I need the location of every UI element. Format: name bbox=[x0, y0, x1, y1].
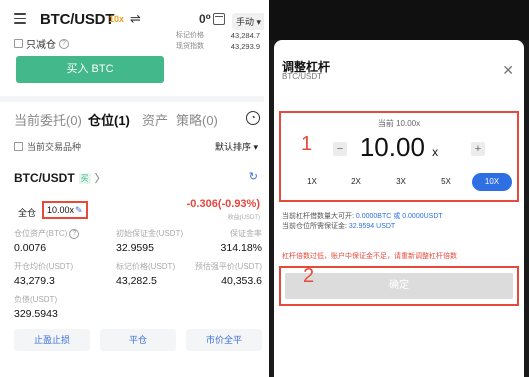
close-position-button[interactable]: 平仓 bbox=[100, 329, 176, 351]
leverage-info: 当前杠杆借数量大可开: 0.0000BTC 或 0.0000USDT 当前仓位所… bbox=[282, 212, 516, 232]
position-pair-label: BTC/USDT bbox=[14, 171, 75, 185]
sort-dropdown[interactable]: 默认排序 ▾ bbox=[215, 140, 258, 153]
swap-icon[interactable]: ⇌ bbox=[130, 11, 141, 27]
confirm-highlight: 确定 2 bbox=[279, 265, 519, 306]
position-cell: 仓位资产(BTC)? 0.0076 bbox=[14, 228, 80, 254]
tab-strategies[interactable]: 策略(0) bbox=[176, 110, 218, 129]
info-label: 当前仓位所需保证金: bbox=[282, 223, 349, 230]
increase-button[interactable]: + bbox=[471, 142, 485, 156]
preset-1x[interactable]: 1X bbox=[292, 173, 332, 191]
edit-icon[interactable]: ✎ bbox=[75, 205, 83, 215]
cell-label: 预估强平价(USDT) bbox=[194, 262, 262, 271]
price-row: 标记价格 43,284.7 bbox=[176, 30, 260, 41]
cell-label: 负债(USDT) bbox=[14, 295, 58, 304]
preset-2x[interactable]: 2X bbox=[336, 173, 376, 191]
checkbox-icon[interactable] bbox=[14, 39, 23, 48]
header: BTC/USDT 10x ⇌ 0⁰ 手动 ▾ bbox=[14, 10, 264, 30]
cell-value: 32.9595 bbox=[116, 242, 154, 254]
share-icon[interactable]: ↻ bbox=[249, 170, 258, 183]
cell-label: 开仓均价(USDT) bbox=[14, 262, 74, 271]
tab-positions[interactable]: 仓位(1) bbox=[88, 110, 130, 129]
info-label: 当前杠杆借数量大可开: bbox=[282, 213, 356, 220]
current-leverage-label: 当前 10.00x bbox=[377, 119, 421, 128]
position-row: 开仓均价(USDT) 43,279.3 标记价格(USDT) 43,282.5 … bbox=[14, 261, 262, 289]
calculator-icon[interactable] bbox=[213, 13, 225, 25]
cell-value: 40,353.6 bbox=[221, 275, 262, 287]
settings-icon[interactable]: ◔ bbox=[246, 111, 260, 125]
help-icon[interactable]: ? bbox=[59, 38, 69, 49]
dimmed-backdrop[interactable] bbox=[269, 0, 529, 40]
buy-btc-button[interactable]: 买入 BTC bbox=[16, 56, 164, 83]
cell-label: 初始保证金(USDT) bbox=[116, 229, 184, 238]
annotation-number: 2 bbox=[303, 265, 315, 287]
reduce-only-label: 只减仓 bbox=[26, 40, 56, 51]
mode-dropdown[interactable]: 手动 ▾ bbox=[232, 13, 264, 30]
trading-panel: BTC/USDT 10x ⇌ 0⁰ 手动 ▾ 只减仓 ? 标记价格 43,284… bbox=[0, 0, 264, 377]
cell-value: 43,279.3 bbox=[14, 275, 55, 287]
price-row: 现货指数 43,293.9 bbox=[176, 41, 260, 52]
warning-message: 杠杆倍数过低，账户中保证金不足，请重新调整杠杆倍数 bbox=[282, 253, 457, 260]
tab-open-orders[interactable]: 当前委托(0) bbox=[14, 110, 82, 129]
market-close-all-button[interactable]: 市价全平 bbox=[186, 329, 262, 351]
cell-value: 314.18% bbox=[220, 242, 262, 254]
order-tabs: 当前委托(0) 仓位(1) 资产 策略(0) ◔ bbox=[14, 110, 260, 128]
modal-subtitle: BTC/USDT bbox=[282, 72, 322, 81]
position-row: 负债(USDT) 329.5943 bbox=[14, 294, 262, 322]
info-line: 当前杠杆借数量大可开: 0.0000BTC 或 0.0000USDT bbox=[282, 212, 516, 222]
preset-5x[interactable]: 5X bbox=[426, 173, 466, 191]
menu-icon[interactable] bbox=[14, 13, 26, 27]
position-cell: 负债(USDT) 329.5943 bbox=[14, 294, 58, 320]
price-row-label: 现货指数 bbox=[176, 43, 204, 50]
leverage-presets: 1X 2X 3X 5X 10X bbox=[286, 173, 514, 191]
chevron-right-icon: 〉 bbox=[94, 173, 106, 185]
checkbox-icon[interactable] bbox=[14, 142, 23, 151]
cell-label: 保证金率 bbox=[230, 229, 262, 238]
help-icon[interactable]: ? bbox=[69, 228, 80, 239]
position-cell: 开仓均价(USDT) 43,279.3 bbox=[14, 261, 73, 287]
leverage-tag: 10x bbox=[109, 14, 125, 24]
preset-10x[interactable]: 10X bbox=[472, 173, 512, 191]
preset-3x[interactable]: 3X bbox=[381, 173, 421, 191]
leverage-modal-screen: 调整杠杆 BTC/USDT ✕ 当前 10.00x 1 − 10.00 x + … bbox=[269, 0, 529, 377]
side-badge: 买 bbox=[78, 172, 91, 184]
current-only-filter[interactable]: 当前交易品种 bbox=[14, 140, 81, 153]
info-value: 0.0000BTC 或 0.0000USDT bbox=[355, 213, 443, 220]
pnl-value: -0.306(-0.93%) bbox=[186, 198, 260, 210]
cell-label: 标记价格(USDT) bbox=[116, 262, 176, 271]
leverage-value: 10.00x bbox=[47, 205, 75, 215]
cell-value: 0.0076 bbox=[14, 242, 47, 254]
position-cell: 预估强平价(USDT) 40,353.6 bbox=[195, 261, 262, 287]
tab-assets[interactable]: 资产 bbox=[142, 110, 168, 129]
price-row-value: 43,293.9 bbox=[230, 42, 260, 51]
leverage-input-value: 10.00 bbox=[359, 132, 425, 162]
position-cell: 保证金率 314.18% bbox=[221, 228, 262, 254]
info-value: 32.9594 USDT bbox=[348, 223, 396, 230]
close-icon[interactable]: ✕ bbox=[502, 62, 514, 79]
info-line: 当前仓位所需保证金: 32.9594 USDT bbox=[282, 222, 516, 232]
section-divider bbox=[0, 96, 264, 102]
pnl-label: 收益(USDT) bbox=[227, 215, 260, 221]
position-pair[interactable]: BTC/USDT 买 〉 bbox=[14, 170, 106, 186]
leverage-selector-highlight: 当前 10.00x 1 − 10.00 x + 1X 2X 3X 5X 10X bbox=[279, 111, 519, 202]
reduce-only-checkbox[interactable]: 只减仓 ? bbox=[14, 36, 69, 51]
margin-mode-label: 全仓 bbox=[18, 208, 37, 218]
leverage-modal: 调整杠杆 BTC/USDT ✕ 当前 10.00x 1 − 10.00 x + … bbox=[274, 40, 524, 377]
position-cell: 初始保证金(USDT) 32.9595 bbox=[116, 228, 183, 254]
tp-sl-button[interactable]: 止盈止损 bbox=[14, 329, 90, 351]
position-cell: 标记价格(USDT) 43,282.5 bbox=[116, 261, 175, 287]
kline-icon[interactable]: 0⁰ bbox=[199, 12, 211, 26]
position-actions: 止盈止损 平仓 市价全平 bbox=[14, 329, 262, 351]
confirm-button[interactable]: 确定 bbox=[285, 273, 513, 299]
current-only-label: 当前交易品种 bbox=[27, 142, 82, 152]
cell-value: 329.5943 bbox=[14, 308, 58, 320]
price-panel: 标记价格 43,284.7 现货指数 43,293.9 bbox=[176, 30, 260, 52]
position-row: 仓位资产(BTC)? 0.0076 初始保证金(USDT) 32.9595 保证… bbox=[14, 228, 262, 256]
leverage-edit-button[interactable]: 10.00x✎ bbox=[42, 201, 88, 219]
cell-label: 仓位资产(BTC) bbox=[14, 229, 68, 238]
pair-title[interactable]: BTC/USDT bbox=[40, 11, 114, 28]
cell-value: 43,282.5 bbox=[116, 275, 157, 287]
leverage-unit: x bbox=[432, 145, 439, 159]
price-row-label: 标记价格 bbox=[176, 32, 204, 39]
price-row-value: 43,284.7 bbox=[230, 31, 260, 40]
